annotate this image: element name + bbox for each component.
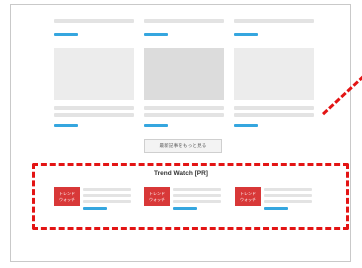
article-thumbnail[interactable] (54, 48, 134, 100)
article-category-link[interactable] (234, 124, 258, 127)
trend-thumbnail[interactable]: トレンド ウォッチ (54, 187, 80, 206)
article-title-line (54, 106, 134, 110)
article-category-link[interactable] (144, 124, 168, 127)
article-title-line (144, 19, 224, 23)
load-more-button[interactable]: 最新記事をもっと見る (144, 139, 222, 153)
trend-text-line (264, 200, 312, 203)
trend-link-line[interactable] (264, 207, 288, 210)
article-title-line (234, 106, 314, 110)
trend-text-line (83, 188, 131, 191)
trend-text-line (173, 188, 221, 191)
article-category-link[interactable] (54, 124, 78, 127)
trend-text-line (173, 200, 221, 203)
trend-link-line[interactable] (83, 207, 107, 210)
article-title-line (234, 19, 314, 23)
article-thumbnail[interactable] (144, 48, 224, 100)
trend-text-line (173, 194, 221, 197)
article-title-line (144, 113, 224, 117)
trend-watch-title: Trend Watch [PR] (154, 170, 208, 177)
trend-text-line (264, 188, 312, 191)
article-category-link[interactable] (54, 33, 78, 36)
trend-thumbnail[interactable]: トレンド ウォッチ (144, 187, 170, 206)
article-title-line (54, 19, 134, 23)
article-title-line (54, 113, 134, 117)
trend-text-line (83, 200, 131, 203)
trend-item-1[interactable]: トレンド ウォッチ (54, 187, 136, 213)
trend-thumbnail[interactable]: トレンド ウォッチ (235, 187, 261, 206)
article-category-link[interactable] (144, 33, 168, 36)
trend-item-2[interactable]: トレンド ウォッチ (144, 187, 226, 213)
article-title-line (234, 113, 314, 117)
trend-link-line[interactable] (173, 207, 197, 210)
trend-item-3[interactable]: トレンド ウォッチ (235, 187, 317, 213)
article-thumbnail[interactable] (234, 48, 314, 100)
article-title-line (144, 106, 224, 110)
trend-text-line (264, 194, 312, 197)
trend-text-line (83, 194, 131, 197)
article-category-link[interactable] (234, 33, 258, 36)
